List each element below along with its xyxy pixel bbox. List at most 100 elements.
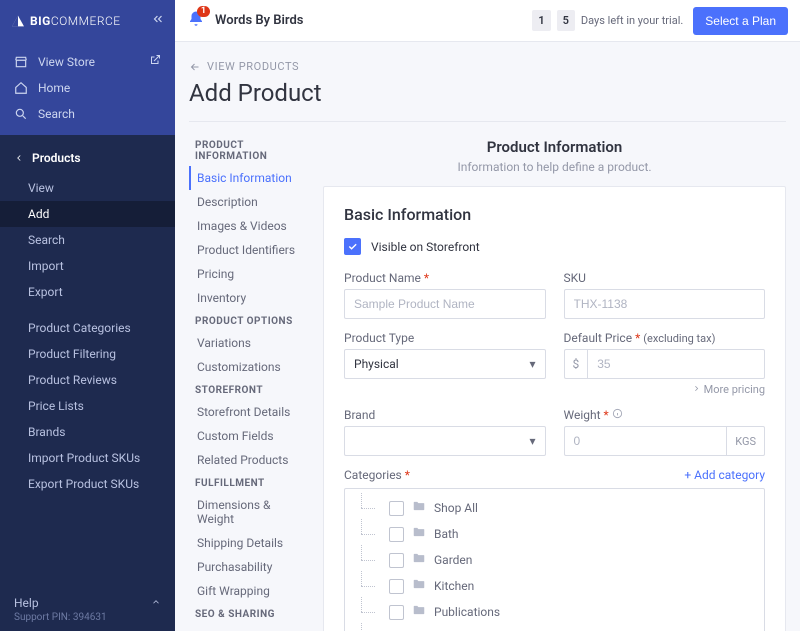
notifications-button[interactable]: 1 — [187, 10, 205, 32]
category-tree: Shop All Bath Garden Kitchen Publications Uti… — [344, 488, 765, 631]
caret-down-icon: ▾ — [529, 434, 535, 448]
sidebar-item-search[interactable]: Search — [0, 101, 175, 127]
checkbox-unchecked-icon[interactable] — [389, 553, 404, 568]
sidebar-subitem-product-filtering[interactable]: Product Filtering — [0, 341, 175, 367]
sidebar-subitem-import[interactable]: Import — [0, 253, 175, 279]
sidebar-subitem-export[interactable]: Export — [0, 279, 175, 305]
sidebar-section-header[interactable]: Products — [0, 145, 175, 175]
folder-icon — [412, 603, 426, 621]
category-row[interactable]: Garden — [355, 547, 754, 573]
toc-item-gift-wrapping[interactable]: Gift Wrapping — [189, 579, 305, 603]
sidebar-footer: Help Support PIN: 394631 — [0, 588, 175, 631]
toc-header: SEO & SHARING — [189, 603, 305, 624]
main: 1 Words By Birds 1 5 Days left in your t… — [175, 0, 800, 631]
toc-item-inventory[interactable]: Inventory — [189, 286, 305, 310]
topbar: 1 Words By Birds 1 5 Days left in your t… — [175, 0, 800, 42]
store-icon — [14, 55, 28, 69]
page-title: Add Product — [189, 79, 786, 107]
weight-input[interactable] — [564, 426, 728, 456]
toc-item-basic-information[interactable]: Basic Information — [189, 166, 305, 190]
support-pin: Support PIN: 394631 — [14, 612, 161, 623]
checkbox-unchecked-icon[interactable] — [389, 527, 404, 542]
caret-down-icon: ▾ — [529, 357, 535, 371]
category-row[interactable]: Kitchen — [355, 573, 754, 599]
sidebar-subitem-export-product-skus[interactable]: Export Product SKUs — [0, 471, 175, 497]
toc-item-description[interactable]: Description — [189, 190, 305, 214]
more-pricing-link[interactable]: More pricing — [564, 383, 766, 396]
sku-input[interactable] — [564, 289, 766, 319]
toc-item-shipping-details[interactable]: Shipping Details — [189, 531, 305, 555]
product-name-input[interactable] — [344, 289, 546, 319]
chevron-right-icon — [692, 384, 701, 393]
category-label: Publications — [434, 605, 500, 619]
sidebar-subitem-add[interactable]: Add — [0, 201, 175, 227]
category-row[interactable]: Shop All — [355, 495, 754, 521]
toc-item-custom-fields[interactable]: Custom Fields — [189, 424, 305, 448]
category-row[interactable]: Utility — [355, 625, 754, 631]
toc-header: PRODUCT INFORMATION — [189, 134, 305, 166]
checkbox-unchecked-icon[interactable] — [389, 579, 404, 594]
sidebar: BIGCOMMERCE View Store Home Search — [0, 0, 175, 631]
sidebar-secondary: Products ViewAddSearchImportExport Produc… — [0, 135, 175, 588]
search-icon — [14, 107, 28, 121]
folder-icon — [412, 525, 426, 543]
folder-icon — [412, 577, 426, 595]
help-link[interactable]: Help — [14, 596, 161, 610]
sidebar-primary: View Store Home Search — [0, 42, 175, 135]
visible-toggle[interactable]: Visible on Storefront — [344, 238, 765, 255]
logo[interactable]: BIGCOMMERCE — [10, 13, 151, 29]
sidebar-subitem-price-lists[interactable]: Price Lists — [0, 393, 175, 419]
notification-badge: 1 — [197, 6, 210, 17]
category-row[interactable]: Publications — [355, 599, 754, 625]
chevron-left-icon — [14, 153, 24, 163]
brand-select[interactable]: ▾ — [344, 426, 546, 456]
card-title: Basic Information — [344, 205, 765, 224]
toc-item-customizations[interactable]: Customizations — [189, 355, 305, 379]
select-plan-button[interactable]: Select a Plan — [693, 7, 788, 35]
checkbox-checked-icon — [344, 238, 361, 255]
checkbox-unchecked-icon[interactable] — [389, 605, 404, 620]
toc-item-purchasability[interactable]: Purchasability — [189, 555, 305, 579]
toc-header: STOREFRONT — [189, 379, 305, 400]
sidebar-subitem-product-reviews[interactable]: Product Reviews — [0, 367, 175, 393]
arrow-left-icon — [189, 61, 201, 73]
sidebar-collapse-icon[interactable] — [151, 12, 165, 30]
toc: PRODUCT INFORMATIONBasic InformationDesc… — [189, 134, 305, 631]
sidebar-subitem-brands[interactable]: Brands — [0, 419, 175, 445]
sidebar-subitem-product-categories[interactable]: Product Categories — [0, 315, 175, 341]
info-icon[interactable] — [612, 408, 623, 422]
toc-item-variations[interactable]: Variations — [189, 331, 305, 355]
toc-item-pricing[interactable]: Pricing — [189, 262, 305, 286]
trial-countdown: 1 5 Days left in your trial. — [532, 10, 683, 31]
add-category-link[interactable]: + Add category — [684, 468, 765, 482]
chevron-up-icon — [151, 596, 161, 610]
toc-header: PRODUCT OPTIONS — [189, 310, 305, 331]
folder-icon — [412, 499, 426, 517]
category-label: Shop All — [434, 501, 478, 515]
sidebar-subitem-view[interactable]: View — [0, 175, 175, 201]
toc-header: FULFILLMENT — [189, 472, 305, 493]
category-row[interactable]: Bath — [355, 521, 754, 547]
currency-prefix: $ — [564, 349, 588, 379]
checkbox-unchecked-icon[interactable] — [389, 501, 404, 516]
sidebar-item-view-store[interactable]: View Store — [0, 48, 175, 75]
toc-item-dimensions-weight[interactable]: Dimensions & Weight — [189, 493, 305, 531]
toc-item-storefront-details[interactable]: Storefront Details — [189, 400, 305, 424]
basic-info-card: Basic Information Visible on Storefront … — [323, 186, 786, 631]
content: VIEW PRODUCTS Add Product PRODUCT INFORM… — [175, 42, 800, 631]
category-label: Kitchen — [434, 579, 474, 593]
toc-item-images-videos[interactable]: Images & Videos — [189, 214, 305, 238]
toc-item-product-identifiers[interactable]: Product Identifiers — [189, 238, 305, 262]
product-type-select[interactable]: Physical ▾ — [344, 349, 546, 379]
sidebar-subitem-search[interactable]: Search — [0, 227, 175, 253]
breadcrumb-back[interactable]: VIEW PRODUCTS — [189, 60, 786, 73]
sidebar-subitem-import-product-skus[interactable]: Import Product SKUs — [0, 445, 175, 471]
home-icon — [14, 81, 28, 95]
toc-item-related-products[interactable]: Related Products — [189, 448, 305, 472]
sidebar-item-home[interactable]: Home — [0, 75, 175, 101]
sidebar-header: BIGCOMMERCE — [0, 0, 175, 42]
category-label: Garden — [434, 553, 472, 567]
price-input[interactable] — [587, 349, 765, 379]
category-label: Bath — [434, 527, 459, 541]
toc-item-seo[interactable]: SEO — [189, 624, 305, 631]
